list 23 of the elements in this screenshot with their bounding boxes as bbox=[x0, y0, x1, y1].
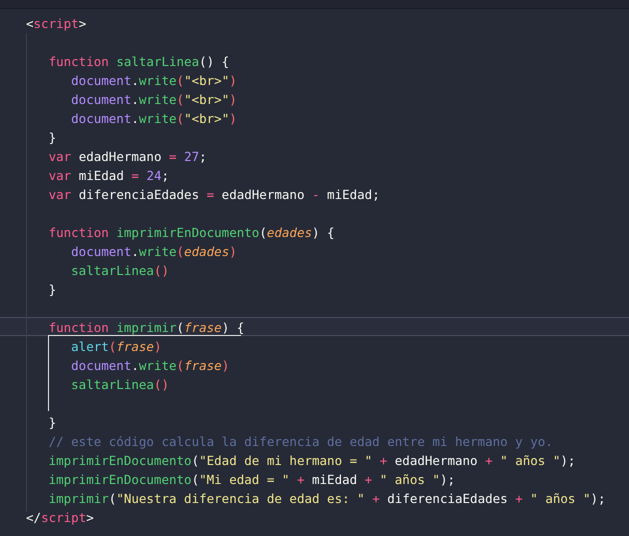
code-line: } bbox=[48, 282, 56, 297]
code-line: document.write(edades) bbox=[70, 244, 237, 259]
code-line: saltarLinea() bbox=[70, 377, 169, 392]
code-line: saltarLinea() bbox=[70, 263, 169, 278]
code-line: document.write("<br>") bbox=[70, 73, 237, 88]
code-line: alert(frase) bbox=[70, 339, 162, 354]
code-line: function imprimir(frase) { bbox=[48, 320, 244, 335]
code-line: document.write("<br>") bbox=[70, 92, 237, 107]
code-line: imprimirEnDocumento("Edad de mi hermano = " + edadHermano + " años "); bbox=[48, 453, 576, 468]
code-line: <script> bbox=[26, 16, 86, 31]
code-line: function saltarLinea() { bbox=[48, 54, 230, 69]
code-line: imprimir("Nuestra diferencia de edad es: " + diferenciaEdades + " años "); bbox=[48, 491, 606, 506]
code-line: var diferenciaEdades = edadHermano - miEdad; bbox=[48, 187, 380, 202]
code-line: } bbox=[48, 415, 56, 430]
code-line: document.write("<br>") bbox=[70, 111, 237, 126]
code-line: imprimirEnDocumento("Mi edad = " + miEdad + " años "); bbox=[48, 472, 456, 487]
code-line: } bbox=[48, 130, 56, 145]
code-comment: // este código calcula la diferencia de edad entre mi hermano y yo. bbox=[48, 434, 553, 449]
code-line: document.write(frase) bbox=[70, 358, 230, 373]
code-line: var edadHermano = 27; bbox=[48, 149, 207, 164]
code-line: var miEdad = 24; bbox=[48, 168, 170, 183]
code-line: function imprimirEnDocumento(edades) { bbox=[48, 225, 335, 240]
code-line: </script> bbox=[26, 510, 94, 525]
